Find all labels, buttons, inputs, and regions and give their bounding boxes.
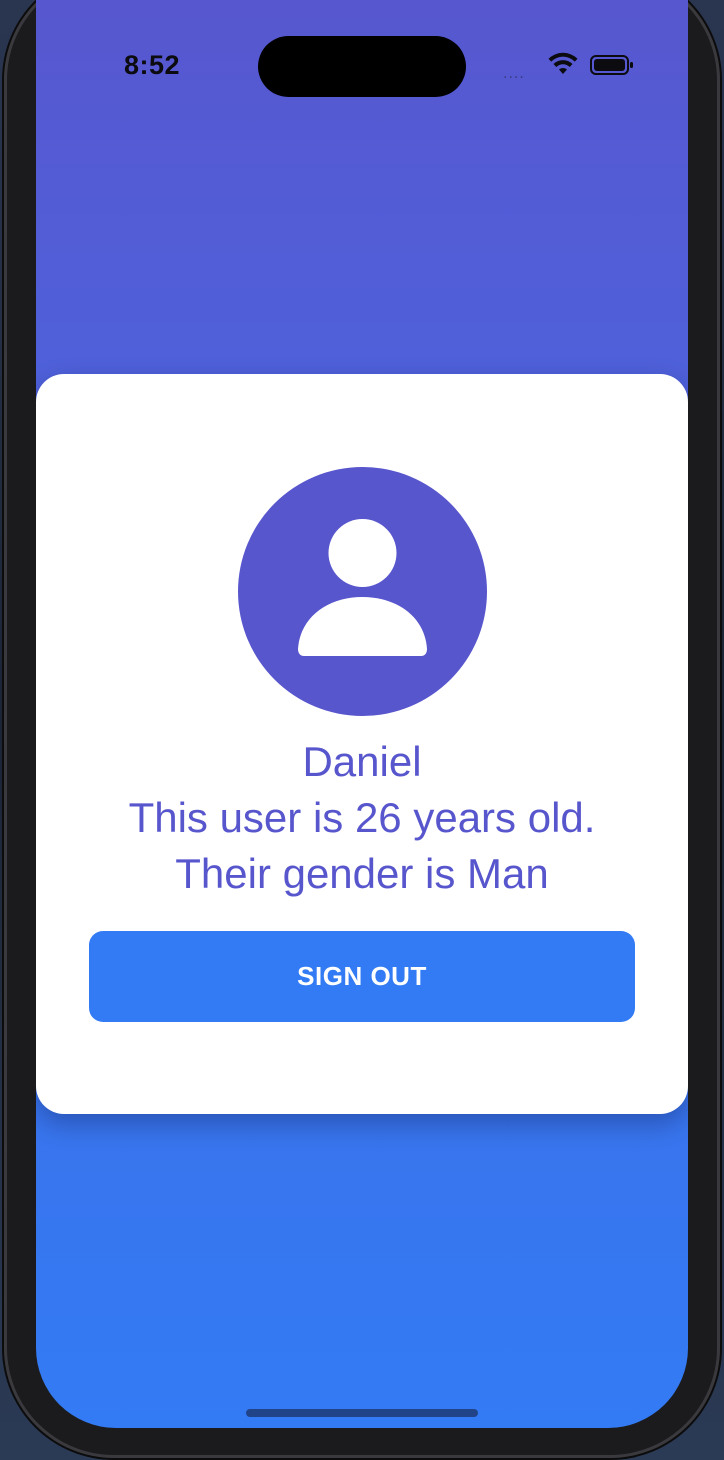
avatar: [238, 467, 487, 716]
user-age: This user is 26 years old.: [128, 794, 596, 841]
profile-card: Daniel This user is 26 years old. Their …: [36, 374, 688, 1114]
home-indicator[interactable]: [246, 1409, 478, 1417]
person-icon: [298, 519, 427, 656]
status-time: 8:52: [124, 50, 181, 80]
battery-icon: [590, 55, 633, 75]
user-gender: Their gender is Man: [175, 850, 549, 897]
cellular-signal-icon: ....: [503, 66, 525, 82]
status-bar: 8:52 ....: [36, 0, 688, 110]
app-screen: 8:52 .... Daniel This user is 26 years o…: [36, 0, 688, 1428]
dynamic-island: [258, 36, 466, 97]
user-info: Daniel This user is 26 years old. Their …: [36, 734, 688, 902]
sign-out-button[interactable]: SIGN OUT: [89, 931, 635, 1022]
user-name: Daniel: [302, 738, 422, 785]
wifi-icon: [548, 52, 578, 74]
